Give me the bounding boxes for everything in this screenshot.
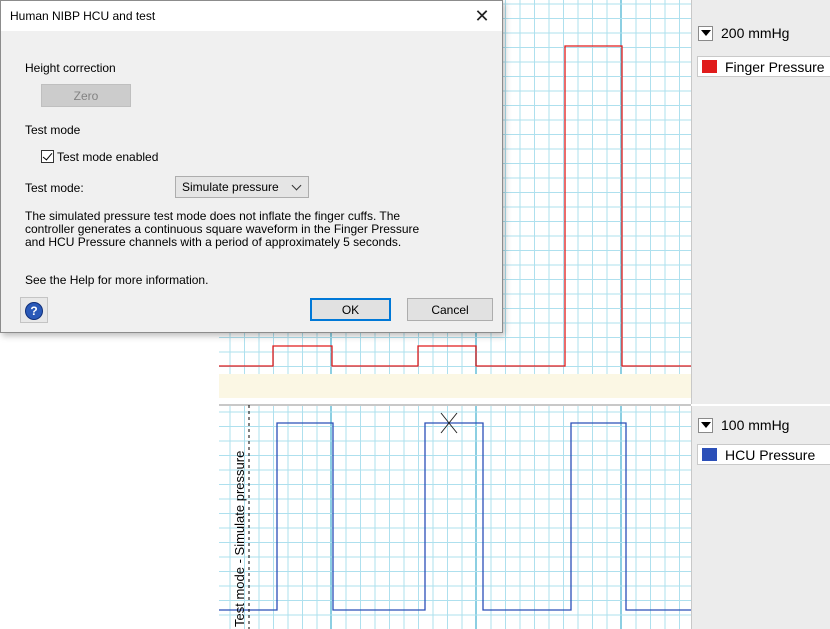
chevron-down-icon bbox=[291, 180, 302, 191]
test-mode-enabled-checkbox[interactable] bbox=[41, 150, 54, 163]
test-mode-select[interactable]: Simulate pressure bbox=[175, 176, 309, 198]
hcu-pressure-panel: 100 mmHg HCU Pressure bbox=[691, 406, 830, 629]
finger-channel-label: Finger Pressure bbox=[725, 58, 825, 75]
description-line: and HCU Pressure channels with a period … bbox=[25, 235, 402, 249]
channel-separator-band bbox=[219, 374, 691, 398]
ok-button[interactable]: OK bbox=[310, 298, 391, 321]
comment-label: Test mode - Simulate pressure bbox=[232, 450, 247, 627]
hcu-color-swatch bbox=[702, 448, 717, 461]
height-correction-label: Height correction bbox=[25, 61, 116, 75]
description-text: The simulated pressure test mode does no… bbox=[25, 210, 465, 249]
test-mode-enabled-label[interactable]: Test mode enabled bbox=[57, 150, 158, 164]
nibp-hcu-dialog: Human NIBP HCU and test ✕ Height correct… bbox=[0, 0, 503, 333]
finger-channel-title[interactable]: Finger Pressure bbox=[697, 56, 830, 77]
finger-scale-label: 200 mmHg bbox=[721, 25, 790, 41]
close-icon[interactable]: ✕ bbox=[462, 1, 502, 31]
cancel-button[interactable]: Cancel bbox=[407, 298, 493, 321]
test-mode-field-label: Test mode: bbox=[25, 181, 84, 195]
scale-dropdown-icon[interactable] bbox=[698, 25, 713, 41]
hcu-channel-title[interactable]: HCU Pressure bbox=[697, 444, 830, 465]
test-mode-select-value: Simulate pressure bbox=[182, 180, 279, 194]
hcu-scale-label: 100 mmHg bbox=[721, 417, 790, 433]
hcu-scale-control[interactable]: 100 mmHg bbox=[698, 417, 789, 433]
scale-dropdown-icon[interactable] bbox=[698, 417, 713, 433]
help-info-text: See the Help for more information. bbox=[25, 273, 209, 287]
finger-pressure-panel: 200 mmHg Finger Pressure bbox=[691, 0, 830, 404]
test-mode-section-label: Test mode bbox=[25, 123, 81, 137]
zero-button[interactable]: Zero bbox=[41, 84, 131, 107]
finger-color-swatch bbox=[702, 60, 717, 73]
dialog-titlebar[interactable]: Human NIBP HCU and test ✕ bbox=[1, 1, 502, 31]
hcu-pressure-grid bbox=[219, 405, 691, 629]
dialog-title: Human NIBP HCU and test bbox=[10, 9, 156, 23]
finger-scale-control[interactable]: 200 mmHg bbox=[698, 25, 789, 41]
help-icon[interactable]: ? bbox=[25, 302, 43, 320]
hcu-channel-label: HCU Pressure bbox=[725, 446, 816, 463]
